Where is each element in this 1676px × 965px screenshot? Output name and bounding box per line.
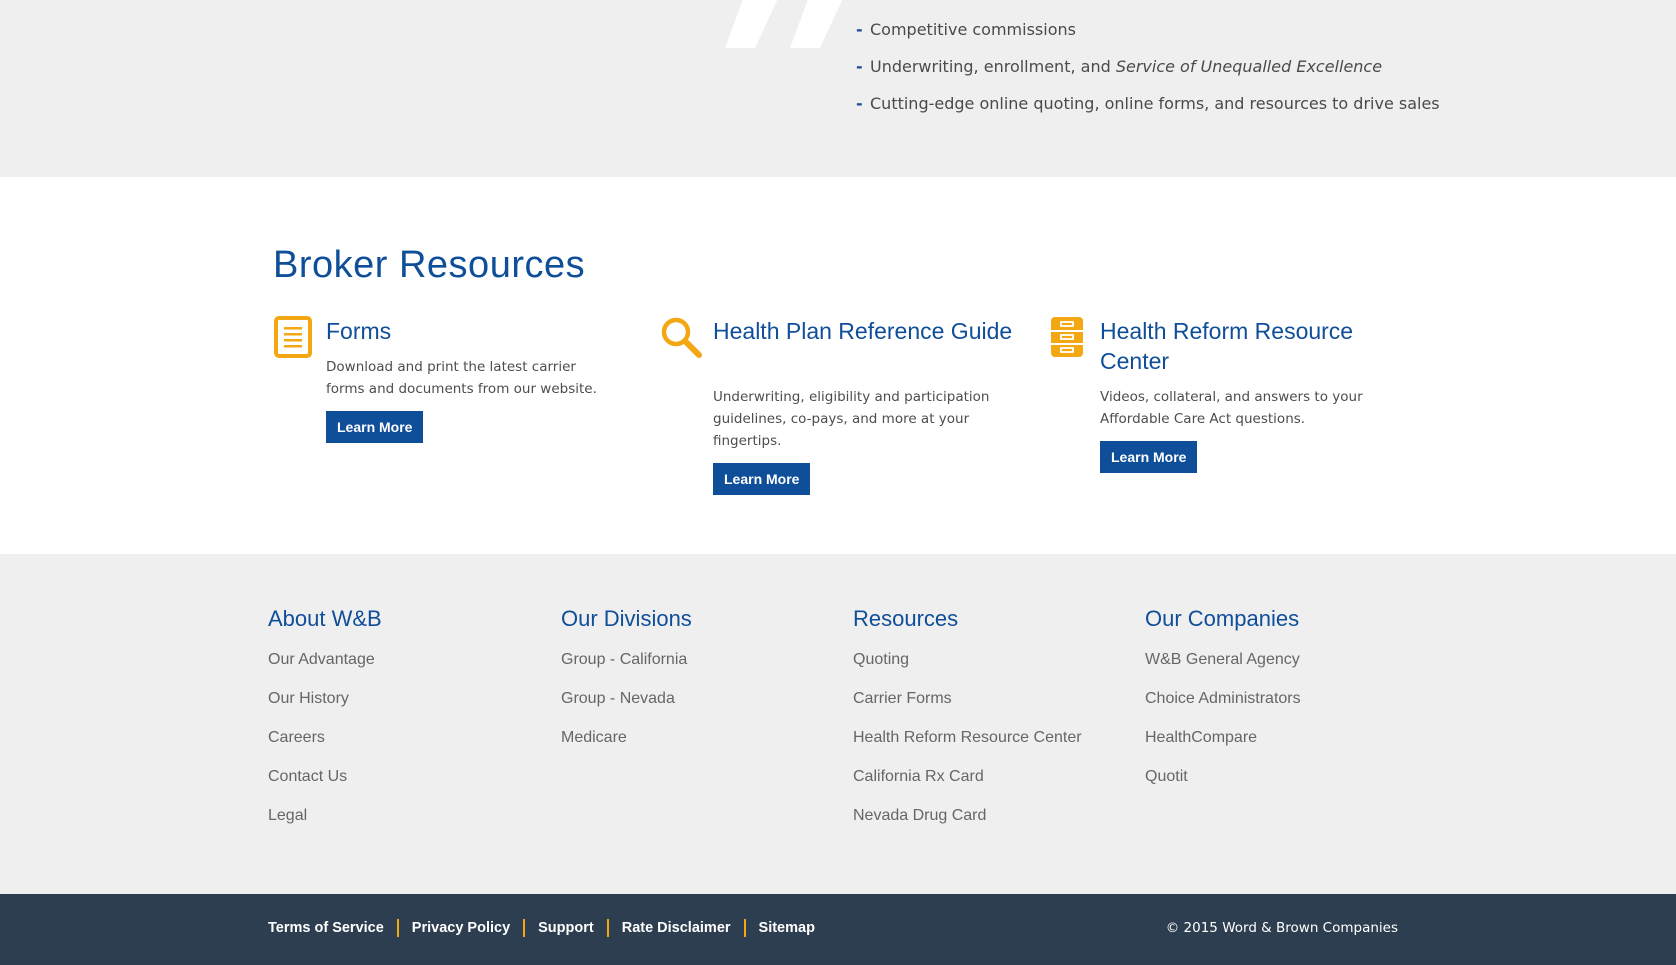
rate-disclaimer-link[interactable]: Rate Disclaimer: [622, 918, 731, 938]
forms-learn-more-button[interactable]: Learn More: [326, 411, 424, 443]
benefit-item: - Competitive commissions: [856, 18, 1440, 55]
footer-link-careers[interactable]: Careers: [268, 726, 382, 765]
benefit-item: - Cutting-edge online quoting, online for…: [856, 92, 1440, 129]
sitemap-link[interactable]: Sitemap: [759, 918, 815, 938]
footer-link-choice-administrators[interactable]: Choice Administrators: [1145, 687, 1301, 726]
footer-heading: Resources: [853, 606, 959, 631]
footer-link-contact-us[interactable]: Contact Us: [268, 765, 382, 804]
bullet-dash: -: [856, 57, 863, 76]
footer-heading: Our Companies: [1145, 606, 1300, 631]
card-title: Health Reform Resource Center: [1100, 318, 1354, 374]
footer-link-medicare[interactable]: Medicare: [561, 726, 692, 765]
broker-resources-title: Broker Resources: [273, 244, 586, 286]
separator: [606, 919, 609, 937]
card-description: Videos, collateral, and answers to your …: [1100, 389, 1363, 427]
benefit-text: Cutting-edge online quoting, online form…: [870, 94, 1440, 113]
footer-link-california-rx[interactable]: California Rx Card: [853, 765, 1082, 804]
bullet-dash: -: [856, 20, 863, 39]
separator: [396, 919, 399, 937]
footer-heading: Our Divisions: [561, 606, 692, 631]
footer-link-quoting[interactable]: Quoting: [853, 648, 1082, 687]
privacy-policy-link[interactable]: Privacy Policy: [412, 918, 510, 938]
legal-nav: Terms of Service Privacy Policy Support …: [268, 918, 815, 938]
footer-link-nevada-drug[interactable]: Nevada Drug Card: [853, 804, 1082, 843]
footer-link-quotit[interactable]: Quotit: [1145, 765, 1301, 804]
benefit-item: - Underwriting, enrollment, and Service o…: [856, 55, 1440, 92]
card-title: Health Plan Reference Guide: [713, 318, 1013, 344]
guide-learn-more-button[interactable]: Learn More: [713, 463, 811, 495]
card-description: Underwriting, eligibility and participat…: [713, 389, 990, 449]
footer-link-wb-general-agency[interactable]: W&B General Agency: [1145, 648, 1301, 687]
footer-link-group-california[interactable]: Group - California: [561, 648, 692, 687]
support-link[interactable]: Support: [538, 918, 594, 938]
benefits-list: - Competitive commissions - Underwriting, …: [856, 18, 1440, 129]
quote-mark-icon: [725, 0, 843, 48]
separator: [743, 919, 746, 937]
benefit-text: Underwriting, enrollment, and: [870, 57, 1116, 76]
footer-column-divisions: Our Divisions Group - California Group -…: [561, 604, 692, 765]
footer-link-our-advantage[interactable]: Our Advantage: [268, 648, 382, 687]
footer-link-carrier-forms[interactable]: Carrier Forms: [853, 687, 1082, 726]
footer-link-healthcompare[interactable]: HealthCompare: [1145, 726, 1301, 765]
magnifier-icon: [661, 317, 702, 358]
benefits-section: - Competitive commissions - Underwriting, …: [0, 0, 1676, 177]
footer-links-section: About W&B Our Advantage Our History Care…: [0, 554, 1676, 894]
footer-column-about: About W&B Our Advantage Our History Care…: [268, 604, 382, 843]
benefit-emphasis: Service of Unequalled Excellence: [1115, 57, 1383, 76]
footer-link-our-history[interactable]: Our History: [268, 687, 382, 726]
bullet-dash: -: [856, 94, 863, 113]
terms-of-service-link[interactable]: Terms of Service: [268, 918, 384, 938]
card-title: Forms: [326, 318, 392, 344]
document-icon: [274, 316, 312, 358]
footer-link-health-reform[interactable]: Health Reform Resource Center: [853, 726, 1082, 765]
bottom-bar: Terms of Service Privacy Policy Support …: [0, 894, 1676, 965]
separator: [523, 919, 526, 937]
footer-heading: About W&B: [268, 606, 382, 631]
footer-link-group-nevada[interactable]: Group - Nevada: [561, 687, 692, 726]
footer-link-legal[interactable]: Legal: [268, 804, 382, 843]
benefit-text: Competitive commissions: [870, 20, 1076, 39]
file-cabinet-icon: [1051, 317, 1083, 357]
copyright-text: © 2015 Word & Brown Companies: [1165, 920, 1398, 936]
card-description: Download and print the latest carrier fo…: [326, 359, 597, 397]
footer-column-resources: Resources Quoting Carrier Forms Health R…: [853, 604, 1082, 843]
footer-column-companies: Our Companies W&B General Agency Choice …: [1145, 604, 1301, 804]
reform-learn-more-button[interactable]: Learn More: [1100, 441, 1198, 473]
